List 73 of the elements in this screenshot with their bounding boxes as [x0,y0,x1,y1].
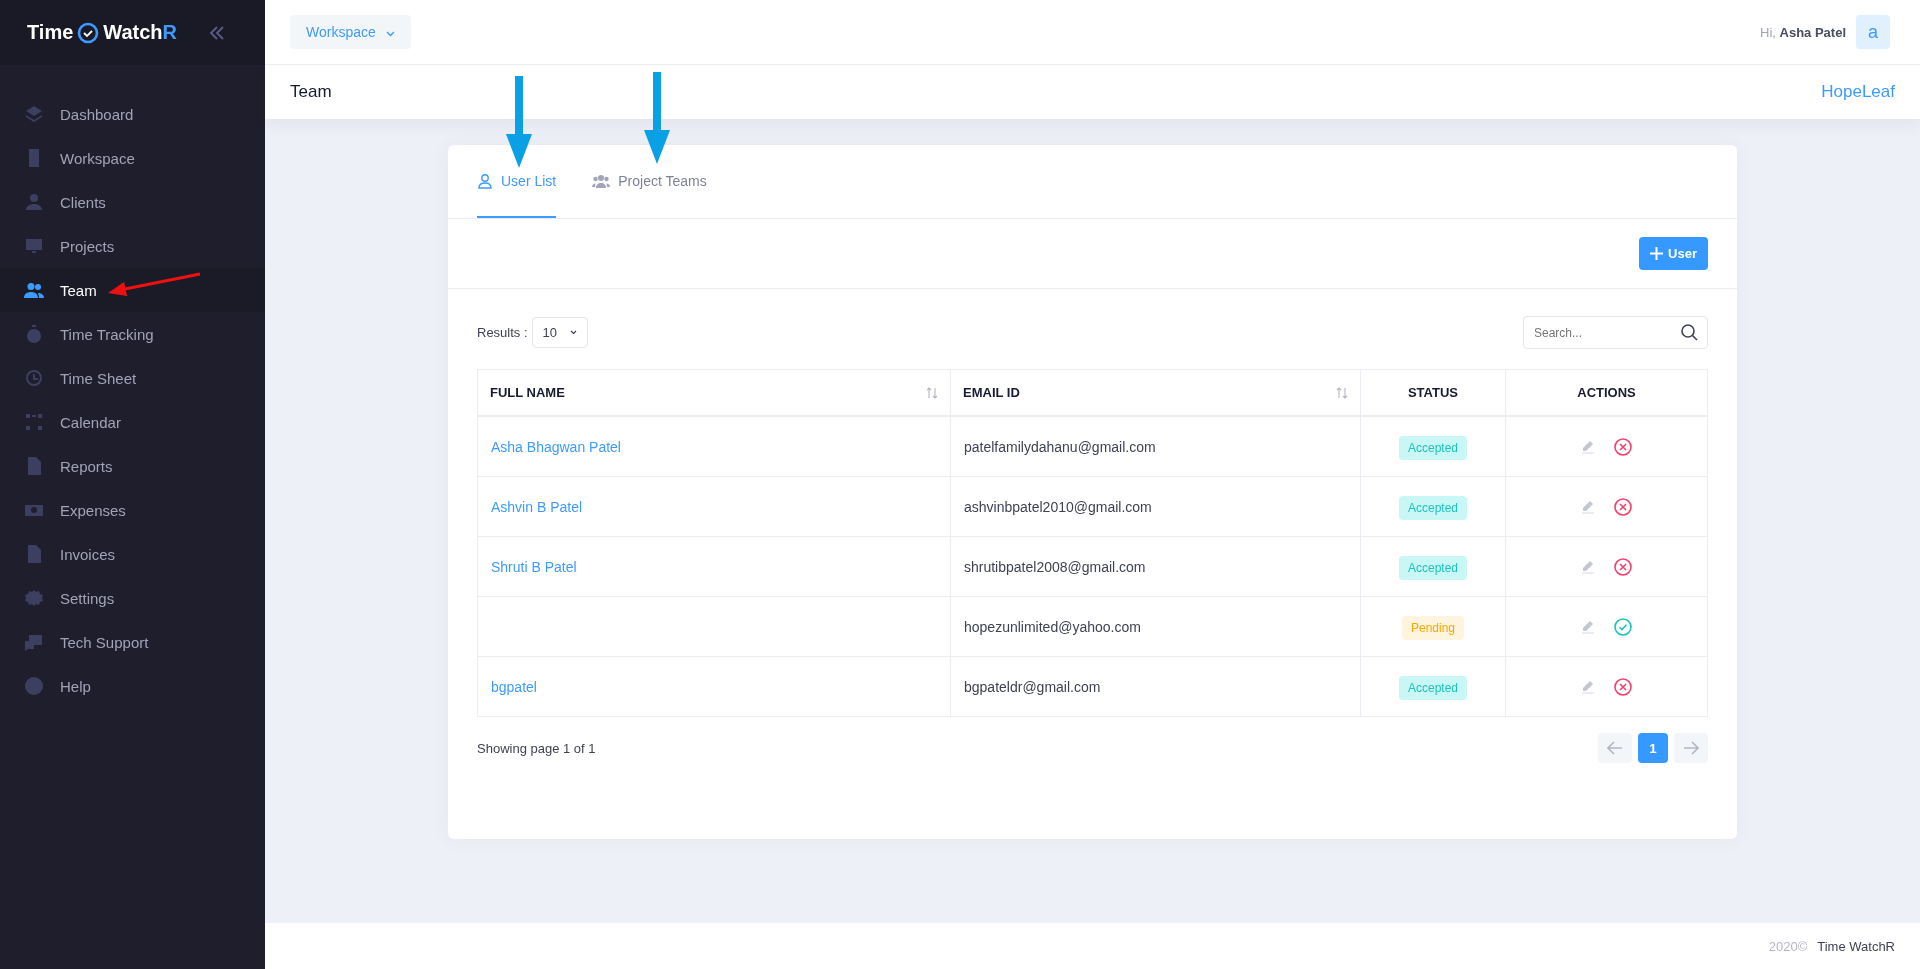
clock-icon [24,368,44,388]
chevron-down-icon [569,330,577,335]
collapse-icon[interactable] [209,24,225,41]
clock-icon [77,21,100,44]
sidebar-item[interactable]: Expenses [0,488,265,532]
plus-icon [1650,247,1664,260]
stopwatch-icon [24,324,44,344]
group-icon [592,173,611,188]
sidebar-item[interactable]: Invoices [0,532,265,576]
next-page-button[interactable] [1674,733,1708,763]
sidebar-item[interactable]: Projects [0,224,265,268]
logo-text: Time [27,21,74,44]
edit-icon[interactable] [1581,679,1596,694]
sidebar-item[interactable]: Calendar [0,400,265,444]
footer-brand: Time WatchR [1817,938,1895,954]
column-header: EMAIL ID [963,385,1020,400]
status-badge: Pending [1401,615,1464,640]
previous-page-button[interactable] [1598,733,1632,763]
left-arrow-icon [1607,741,1623,755]
person-icon [24,192,44,212]
search-icon [1681,324,1698,341]
sidebar-item[interactable]: Clients [0,180,265,224]
sort-icon[interactable] [1336,386,1348,399]
column-header: ACTIONS [1577,385,1636,400]
user-greeting: Hi, Asha Patel [1760,24,1846,40]
remove-icon[interactable] [1614,677,1632,696]
monitor-icon [24,236,44,256]
pagination-summary: Showing page 1 of 1 [477,740,596,756]
results-label: Results : [477,325,528,340]
table-cell: shrutibpatel2008@gmail.com [964,558,1146,575]
table-cell: hopezunlimited@yahoo.com [964,618,1141,635]
table-cell: ashvinbpatel2010@gmail.com [964,498,1152,515]
edit-icon[interactable] [1581,499,1596,514]
sidebar-item[interactable]: Time Tracking [0,312,265,356]
status-badge: Accepted [1398,495,1467,520]
chevron-down-icon [385,31,395,37]
column-header: FULL NAME [490,385,565,400]
gear-icon [24,588,44,608]
sidebar-item[interactable]: Workspace [0,136,265,180]
edit-icon[interactable] [1581,439,1596,454]
sidebar-item[interactable]: Reports [0,444,265,488]
table-cell: bgpateldr@gmail.com [964,678,1101,695]
search-field[interactable]: Search... [1523,316,1708,349]
calendar-icon [24,412,44,432]
edit-icon[interactable] [1581,619,1596,634]
approve-icon[interactable] [1614,617,1632,636]
right-arrow-icon [1683,741,1699,755]
edit-icon[interactable] [1581,559,1596,574]
sidebar-item[interactable]: Team [0,268,265,312]
column-header: STATUS [1407,385,1459,400]
logo-text: WatchR [103,21,178,44]
people-icon [24,280,44,300]
sidebar-item[interactable]: Time Sheet [0,356,265,400]
status-badge: Accepted [1398,675,1467,700]
remove-icon[interactable] [1614,497,1632,516]
sidebar-item[interactable]: Settings [0,576,265,620]
sidebar-item[interactable]: Help [0,664,265,708]
user-icon [477,172,493,189]
table-cell: patelfamilydahanu@gmail.com [964,438,1156,455]
remove-icon[interactable] [1614,557,1632,576]
results-select[interactable]: 10 [531,317,588,348]
chat-icon [24,632,44,652]
status-badge: Accepted [1398,555,1467,580]
status-badge: Accepted [1398,435,1467,460]
copyright-year: 2020© [1768,938,1808,954]
organization-name: HopeLeaf [1821,82,1895,102]
layers-icon [24,104,44,124]
sidebar-item[interactable]: Tech Support [0,620,265,664]
sort-icon[interactable] [926,386,938,399]
page-title: Team [290,82,332,102]
sidebar-item[interactable]: Dashboard [0,92,265,136]
remove-icon[interactable] [1614,437,1632,456]
tab[interactable]: Project Teams [592,145,707,218]
